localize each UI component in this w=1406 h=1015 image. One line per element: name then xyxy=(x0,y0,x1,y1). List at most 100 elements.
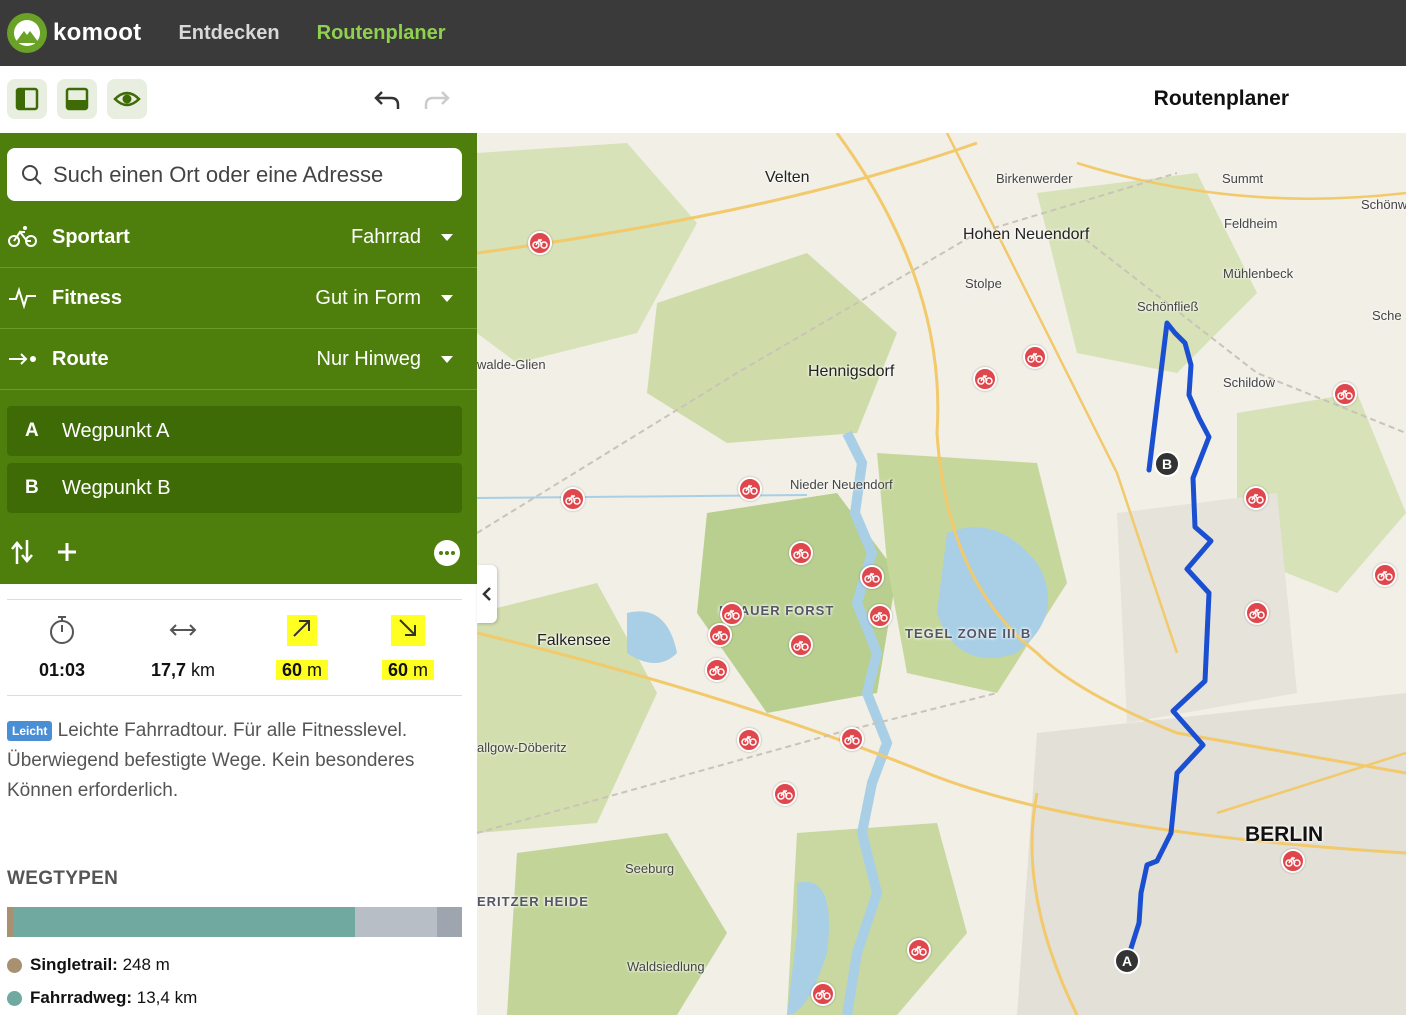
bottom-panel-icon xyxy=(65,87,89,111)
stat-distance: 17,7 km xyxy=(128,600,238,681)
legend-value: 248 m xyxy=(122,955,170,974)
option-sportart[interactable]: Sportart Fahrrad xyxy=(0,207,477,268)
stat-uphill: 60 m xyxy=(247,600,357,681)
difficulty-text: Leichte Fahrradtour. Für alle Fitnesslev… xyxy=(7,720,415,801)
redo-icon xyxy=(424,91,450,109)
wegtypen-segment xyxy=(13,907,355,937)
route-planner-sidebar: Such einen Ort oder eine Adresse Sportar… xyxy=(0,133,477,1015)
place-label: Seeburg xyxy=(625,861,675,876)
bike-poi-icon[interactable] xyxy=(1281,849,1305,873)
legend-label: Fahrradweg: xyxy=(30,988,133,1007)
map-view[interactable]: Velten Birkenwerder Summt Schönw Feldheim Hoh… xyxy=(477,133,1406,1015)
place-label: Birkenwerder xyxy=(996,171,1073,186)
difficulty-badge: Leicht xyxy=(7,720,53,741)
place-label: ERITZER HEIDE xyxy=(477,894,589,909)
bike-poi-icon[interactable] xyxy=(705,658,729,682)
place-label: Hennigsdorf xyxy=(808,363,895,380)
bike-poi-icon[interactable] xyxy=(1244,486,1268,510)
option-label: Sportart xyxy=(52,225,130,248)
undo-button[interactable] xyxy=(372,86,402,116)
stat-downhill: 60 m xyxy=(353,600,463,681)
legend-label: Singletrail: xyxy=(30,955,118,974)
place-label: Hohen Neuendorf xyxy=(963,226,1090,243)
option-label: Fitness xyxy=(52,286,123,309)
waypoint-letter: B xyxy=(25,477,39,498)
bike-poi-icon[interactable] xyxy=(1373,563,1397,587)
visibility-button[interactable] xyxy=(107,79,147,119)
top-navigation: komoot Entdecken Routenplaner xyxy=(0,0,1406,66)
bike-poi-icon[interactable] xyxy=(1333,382,1357,406)
waypoint-b[interactable]: B Wegpunkt B xyxy=(7,463,462,513)
place-label: BERLIN xyxy=(1245,823,1324,846)
redo-button[interactable] xyxy=(422,86,452,116)
bike-poi-icon[interactable] xyxy=(773,782,797,806)
option-fitness[interactable]: Fitness Gut in Form xyxy=(0,268,477,329)
option-value: Fahrrad xyxy=(350,225,421,248)
bike-poi-icon[interactable] xyxy=(868,604,892,628)
waypoint-marker-b[interactable]: B xyxy=(1154,451,1180,477)
search-input[interactable]: Such einen Ort oder eine Adresse xyxy=(7,148,462,201)
bike-poi-icon[interactable] xyxy=(528,231,552,255)
legend-fahrradweg: Fahrradweg: 13,4 km xyxy=(7,988,197,1008)
wegtypen-bar xyxy=(7,907,462,937)
place-label: Schönfließ xyxy=(1137,299,1199,314)
place-label: Nieder Neuendorf xyxy=(790,477,893,492)
logo-text: komoot xyxy=(53,19,142,46)
wegtypen-segment xyxy=(436,907,462,937)
sidebar-layout-button[interactable] xyxy=(7,79,47,119)
option-label: Route xyxy=(52,347,109,370)
search-icon xyxy=(22,164,42,185)
waypoint-marker-a[interactable]: A xyxy=(1114,948,1140,974)
legend-dot xyxy=(7,957,22,973)
waypoint-a[interactable]: A Wegpunkt A xyxy=(7,406,462,456)
stat-duration: 01:03 xyxy=(7,600,117,681)
collapse-sidebar-button[interactable] xyxy=(477,565,497,623)
search-placeholder: Such einen Ort oder eine Adresse xyxy=(53,161,384,187)
bike-poi-icon[interactable] xyxy=(907,938,931,962)
undo-icon xyxy=(374,91,400,109)
komoot-logo-icon xyxy=(7,13,47,53)
bike-poi-icon[interactable] xyxy=(789,541,813,565)
place-label: Mühlenbeck xyxy=(1223,266,1294,281)
bottom-panel-button[interactable] xyxy=(57,79,97,119)
bike-poi-icon[interactable] xyxy=(789,633,813,657)
place-label: Sche xyxy=(1372,308,1402,323)
difficulty-description: Leicht Leichte Fahrradtour. Für alle Fit… xyxy=(7,716,462,806)
place-label: TEGEL ZONE III B xyxy=(905,626,1032,641)
add-waypoint-icon[interactable] xyxy=(57,542,77,562)
option-value: Nur Hinweg xyxy=(316,347,421,370)
chevron-down-icon xyxy=(441,233,453,241)
nav-entdecken[interactable]: Entdecken xyxy=(178,22,279,45)
legend-value: 13,4 km xyxy=(136,988,198,1007)
uphill-unit: m xyxy=(307,660,323,680)
place-label: Waldsiedlung xyxy=(627,959,705,974)
uphill-value: 60 xyxy=(281,660,302,680)
more-options-icon[interactable] xyxy=(434,540,460,566)
bike-poi-icon[interactable] xyxy=(1245,601,1269,625)
place-label: Schönw xyxy=(1361,197,1406,212)
bike-poi-icon[interactable] xyxy=(720,602,744,626)
bike-poi-icon[interactable] xyxy=(708,623,732,647)
bike-poi-icon[interactable] xyxy=(561,487,585,511)
bike-poi-icon[interactable] xyxy=(1023,345,1047,369)
bike-poi-icon[interactable] xyxy=(973,367,997,391)
distance-unit: km xyxy=(191,660,216,680)
bike-poi-icon[interactable] xyxy=(840,727,864,751)
komoot-logo[interactable]: komoot xyxy=(7,13,141,53)
chevron-left-icon xyxy=(482,587,491,601)
bike-poi-icon[interactable] xyxy=(738,477,762,501)
heartbeat-icon xyxy=(8,286,38,310)
bicycle-icon xyxy=(8,225,38,249)
sidebar-layout-icon xyxy=(15,87,39,111)
option-route[interactable]: Route Nur Hinweg xyxy=(0,329,477,390)
waypoint-name: Wegpunkt B xyxy=(62,476,171,499)
swap-icon[interactable] xyxy=(10,538,36,566)
nav-routenplaner[interactable]: Routenplaner xyxy=(317,22,446,45)
bike-poi-icon[interactable] xyxy=(811,982,835,1006)
place-label: Feldheim xyxy=(1224,216,1278,231)
page-title: Routenplaner xyxy=(1153,87,1289,110)
planner-panel: Such einen Ort oder eine Adresse Sportar… xyxy=(0,133,477,584)
option-value: Gut in Form xyxy=(315,286,421,309)
bike-poi-icon[interactable] xyxy=(860,565,884,589)
bike-poi-icon[interactable] xyxy=(737,728,761,752)
